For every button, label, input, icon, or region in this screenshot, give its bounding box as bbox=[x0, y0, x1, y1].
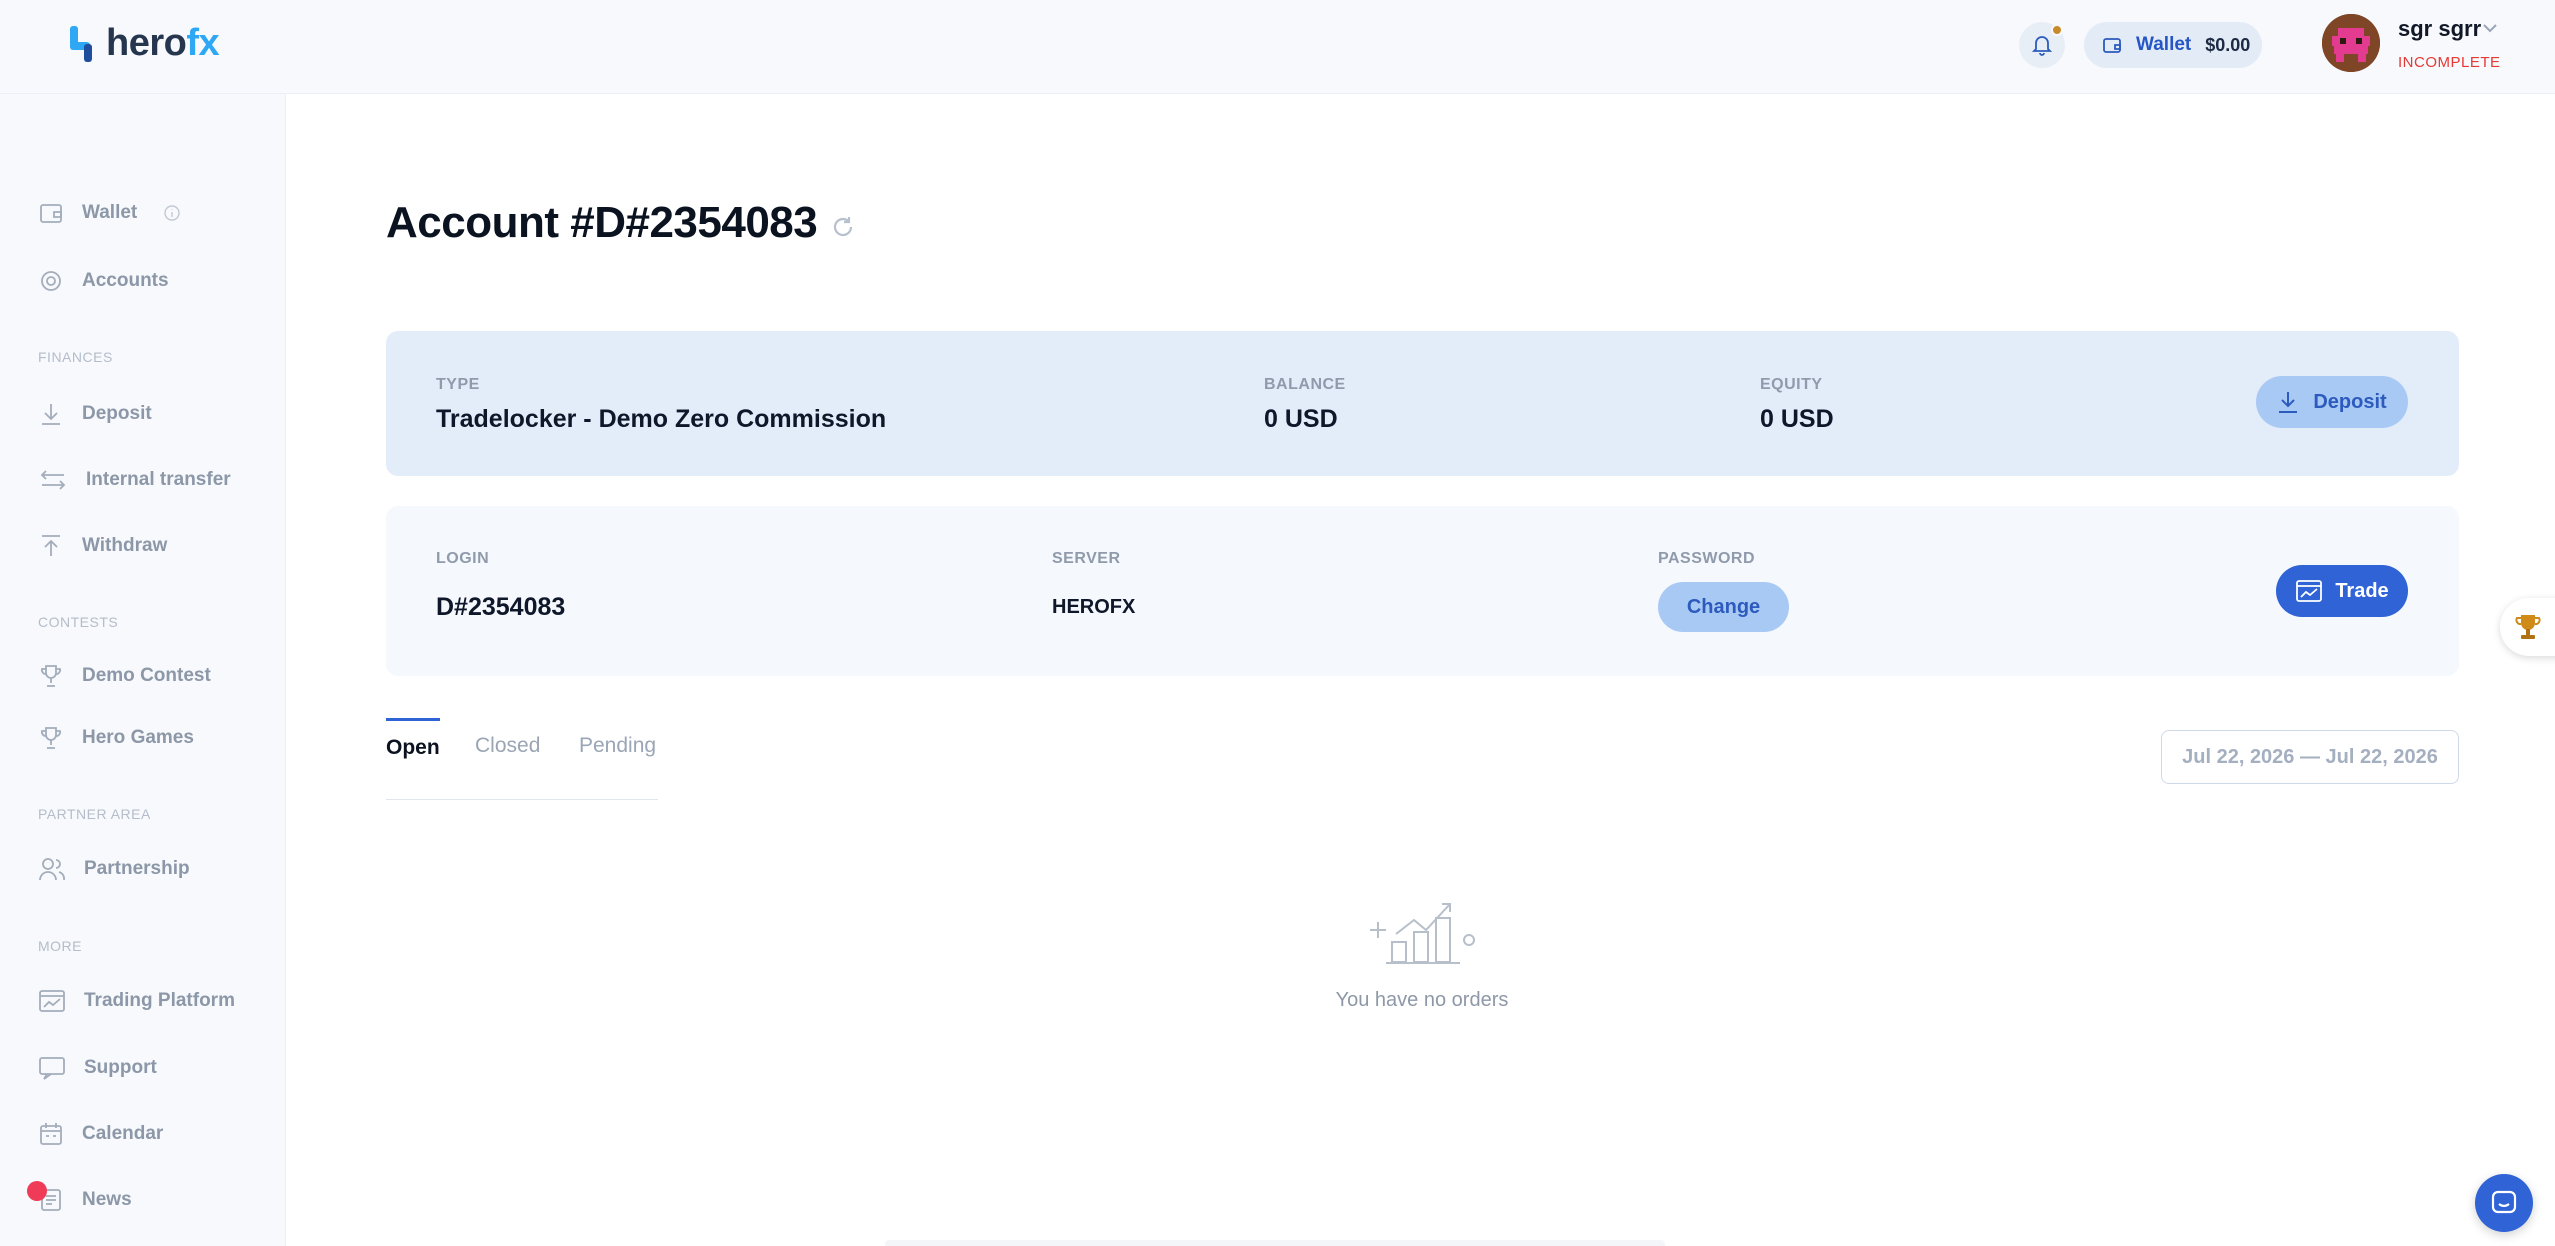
sidebar-item-hero-games[interactable]: Hero Games bbox=[38, 725, 194, 751]
sidebar-item-label: Hero Games bbox=[82, 727, 194, 748]
avatar[interactable] bbox=[2322, 14, 2380, 72]
sidebar-item-label: News bbox=[82, 1189, 132, 1210]
equity-label: EQUITY bbox=[1760, 376, 1823, 393]
refresh-icon[interactable] bbox=[830, 214, 856, 240]
balance-label: BALANCE bbox=[1264, 376, 1346, 393]
deposit-button[interactable]: Deposit bbox=[2256, 376, 2408, 428]
sidebar-item-label: Withdraw bbox=[82, 535, 168, 556]
deposit-icon bbox=[42, 404, 60, 425]
page-title: Account #D#2354083 bbox=[386, 198, 818, 247]
tab-closed[interactable]: Closed bbox=[475, 734, 540, 758]
deposit-button-label: Deposit bbox=[2313, 390, 2387, 413]
balance-value: 0 USD bbox=[1264, 405, 1338, 433]
account-status-badge: INCOMPLETE bbox=[2398, 54, 2501, 71]
section-label-partner-area: PARTNER AREA bbox=[38, 806, 151, 822]
sidebar-item-withdraw[interactable]: Withdraw bbox=[38, 533, 167, 559]
bell-icon bbox=[2032, 36, 2052, 56]
sidebar-item-label: Accounts bbox=[82, 270, 169, 291]
section-label-contests: CONTESTS bbox=[38, 614, 119, 630]
trophy-icon bbox=[41, 665, 61, 687]
sidebar-item-wallet[interactable]: Wallet bbox=[38, 200, 181, 226]
sidebar-item-label: Calendar bbox=[82, 1123, 164, 1144]
chat-icon bbox=[2491, 1190, 2517, 1214]
equity-value: 0 USD bbox=[1760, 405, 1834, 433]
server-value: HEROFX bbox=[1052, 596, 1136, 618]
trade-button-label: Trade bbox=[2335, 579, 2389, 602]
sidebar-item-trading-platform[interactable]: Trading Platform bbox=[38, 988, 235, 1014]
sidebar-item-label: Demo Contest bbox=[82, 665, 211, 686]
tab-pending[interactable]: Pending bbox=[579, 734, 656, 758]
trophy-icon bbox=[2515, 615, 2541, 639]
order-tabs: Open Closed Pending bbox=[386, 718, 658, 800]
sidebar-item-accounts[interactable]: Accounts bbox=[38, 268, 169, 294]
login-value: D#2354083 bbox=[436, 593, 566, 621]
credentials-card bbox=[386, 506, 2459, 676]
transfer-icon bbox=[40, 470, 66, 490]
sidebar-item-demo-contest[interactable]: Demo Contest bbox=[38, 663, 211, 689]
notifications-button[interactable] bbox=[2019, 22, 2065, 68]
wallet-icon bbox=[40, 204, 62, 223]
tab-open[interactable]: Open bbox=[386, 718, 440, 760]
sidebar-item-label: Internal transfer bbox=[86, 469, 231, 490]
trophy-icon bbox=[41, 727, 61, 749]
live-chat-button[interactable] bbox=[2475, 1174, 2533, 1232]
type-value: Tradelocker - Demo Zero Commission bbox=[436, 405, 887, 433]
date-range-picker[interactable]: Jul 22, 2026 — Jul 22, 2026 bbox=[2161, 730, 2459, 784]
section-label-finances: FINANCES bbox=[38, 349, 113, 365]
wallet-balance-button[interactable]: Wallet $0.00 bbox=[2084, 22, 2262, 68]
sidebar-item-support[interactable]: Support bbox=[38, 1055, 157, 1081]
sidebar-item-label: Support bbox=[84, 1057, 157, 1078]
sidebar-item-label: Deposit bbox=[82, 403, 152, 424]
platform-icon bbox=[39, 990, 65, 1012]
empty-chart-icon bbox=[1370, 903, 1475, 964]
herofx-logo[interactable]: herofx bbox=[68, 22, 220, 65]
support-icon bbox=[39, 1057, 65, 1080]
contest-widget-button[interactable] bbox=[2500, 598, 2555, 656]
sidebar-item-internal-transfer[interactable]: Internal transfer bbox=[38, 467, 231, 493]
logo-icon bbox=[70, 25, 92, 62]
sidebar-item-news[interactable]: News bbox=[38, 1187, 132, 1213]
server-label: SERVER bbox=[1052, 550, 1121, 567]
change-password-button[interactable]: Change bbox=[1658, 582, 1789, 632]
platform-icon bbox=[2296, 580, 2323, 602]
empty-orders-message: You have no orders bbox=[1335, 989, 1509, 1011]
users-icon bbox=[39, 858, 65, 881]
logo-text: herofx bbox=[106, 22, 220, 64]
wallet-value: $0.00 bbox=[2205, 34, 2251, 55]
trade-button[interactable]: Trade bbox=[2276, 565, 2408, 617]
wallet-icon bbox=[2103, 38, 2121, 53]
news-unread-dot bbox=[27, 1181, 47, 1201]
section-label-more: MORE bbox=[38, 938, 82, 954]
sidebar-item-label: Trading Platform bbox=[84, 990, 235, 1011]
sidebar-item-label: Wallet bbox=[82, 202, 138, 223]
download-icon bbox=[2279, 392, 2298, 413]
chevron-down-icon[interactable] bbox=[2482, 22, 2498, 34]
login-label: LOGIN bbox=[436, 550, 490, 567]
wallet-label: Wallet bbox=[2136, 34, 2192, 55]
top-header: herofx Wallet $0.00 sgr sgrr INCOMPLETE bbox=[0, 0, 2555, 94]
password-label: PASSWORD bbox=[1658, 550, 1756, 567]
type-label: TYPE bbox=[436, 376, 480, 393]
calendar-icon bbox=[40, 1123, 62, 1145]
sidebar-item-label: Partnership bbox=[84, 858, 190, 879]
sidebar-item-calendar[interactable]: Calendar bbox=[38, 1121, 163, 1147]
notification-dot bbox=[2051, 24, 2063, 36]
user-name[interactable]: sgr sgrr bbox=[2398, 16, 2481, 42]
account-summary-card bbox=[386, 331, 2459, 476]
bottom-panel-edge bbox=[885, 1240, 1665, 1246]
accounts-icon bbox=[41, 271, 61, 291]
withdraw-icon bbox=[42, 535, 60, 556]
sidebar-item-partnership[interactable]: Partnership bbox=[38, 856, 190, 882]
info-icon[interactable] bbox=[163, 204, 181, 222]
sidebar-item-deposit[interactable]: Deposit bbox=[38, 401, 152, 427]
